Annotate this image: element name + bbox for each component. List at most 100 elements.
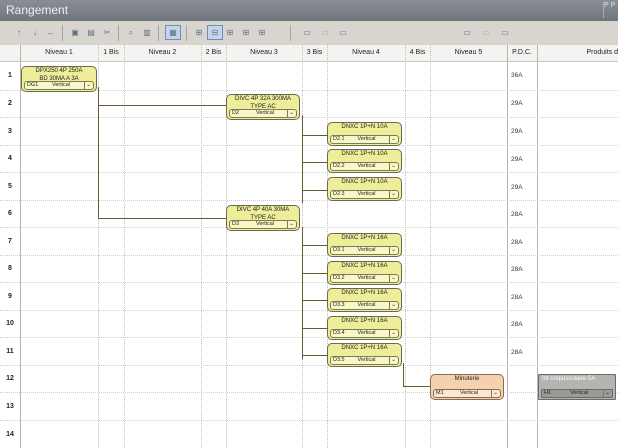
- header-produits[interactable]: Produits d: [537, 45, 618, 62]
- node-mode: Vertical: [357, 136, 376, 142]
- move-left-icon[interactable]: ←: [44, 26, 58, 39]
- node-menu-button[interactable]: ⌄: [389, 191, 397, 198]
- level-2-icon[interactable]: ⊟: [207, 25, 223, 40]
- connection-wire: [302, 135, 327, 136]
- node-footer: D3.5 Vertical ⌄: [330, 356, 399, 365]
- device-node-d3-4[interactable]: DNXC 1P+N 16A D3.4 Vertical ⌄: [327, 316, 402, 340]
- header-niveau-1[interactable]: Niveau 1: [20, 45, 98, 62]
- level-4-icon[interactable]: ⊞: [239, 26, 253, 39]
- page-a-icon[interactable]: ▭: [300, 26, 314, 39]
- arrangement-grid[interactable]: Niveau 1 1 Bis Niveau 2 2 Bis Niveau 3 3…: [0, 45, 618, 448]
- node-code: D3.5: [333, 357, 345, 363]
- device-node-d3[interactable]: DIVC 4P 40A 30MA TYPE AC D3 Vertical ⌄: [226, 205, 300, 231]
- node-menu-button[interactable]: ⌄: [603, 390, 611, 397]
- connection-wire: [302, 162, 327, 163]
- device-node-d3-1[interactable]: DNXC 1P+N 16A D3.1 Vertical ⌄: [327, 233, 402, 257]
- node-menu-button[interactable]: ⌄: [389, 275, 397, 282]
- level-3-icon[interactable]: ⊞: [223, 26, 237, 39]
- node-mode: Vertical: [51, 82, 71, 88]
- column-divider: [20, 45, 21, 448]
- level-5-icon[interactable]: ⊞: [255, 26, 269, 39]
- node-label-line: DPX250 4P 250A: [35, 68, 83, 74]
- row-divider: [0, 117, 618, 118]
- node-menu-button[interactable]: ⌄: [389, 330, 397, 337]
- cut-icon[interactable]: ✂: [100, 26, 114, 39]
- node-code: D3.4: [333, 330, 345, 336]
- toolbar-separator: [186, 25, 187, 41]
- copy-icon[interactable]: ▣: [68, 26, 82, 39]
- row-divider: [0, 172, 618, 173]
- device-node-d2-1[interactable]: DNXC 1P+N 10A D2.1 Vertical ⌄: [327, 122, 402, 146]
- device-node-minuterie[interactable]: Minuterie M1 Vertical ⌄: [430, 374, 504, 400]
- node-menu-button[interactable]: ⌄: [389, 302, 397, 309]
- header-corner: [0, 45, 20, 62]
- header-2-bis[interactable]: 2 Bis: [201, 45, 226, 62]
- move-down-icon[interactable]: ↓: [28, 26, 42, 39]
- row-divider: [0, 310, 618, 311]
- find-icon[interactable]: ⌕: [124, 26, 138, 39]
- row-divider: [0, 420, 618, 421]
- header-3-bis[interactable]: 3 Bis: [302, 45, 327, 62]
- pdc-value: 29A: [511, 156, 523, 163]
- grid-icon[interactable]: ▦: [165, 25, 181, 40]
- header-niveau-2[interactable]: Niveau 2: [124, 45, 201, 62]
- connection-wire: [403, 386, 430, 387]
- page-b-icon[interactable]: ▭: [318, 26, 332, 39]
- header-niveau-5[interactable]: Niveau 5: [430, 45, 507, 62]
- row-number: 2: [8, 100, 12, 107]
- node-code: D2.2: [333, 163, 345, 169]
- node-mode: Vertical: [357, 163, 376, 169]
- connection-wire: [403, 363, 404, 387]
- device-node-d3-3[interactable]: DNXC 1P+N 16A D3.3 Vertical ⌄: [327, 288, 402, 312]
- row-divider: [0, 145, 618, 146]
- connection-wire: [98, 87, 99, 219]
- connection-wire: [302, 227, 303, 359]
- node-menu-button[interactable]: ⌄: [491, 390, 499, 397]
- header-1-bis[interactable]: 1 Bis: [98, 45, 124, 62]
- header-4-bis[interactable]: 4 Bis: [405, 45, 430, 62]
- view-c-icon[interactable]: ▭: [498, 26, 512, 39]
- device-node-d3-2[interactable]: DNXC 1P+N 16A D3.2 Vertical ⌄: [327, 261, 402, 285]
- node-menu-button[interactable]: ⌄: [84, 82, 92, 89]
- row-divider: [0, 365, 618, 366]
- pdc-value: 28A: [511, 321, 523, 328]
- node-code: H1: [544, 390, 552, 396]
- toolbar-separator: [158, 25, 159, 41]
- connection-wire: [302, 300, 327, 301]
- level-1-icon[interactable]: ⊞: [192, 26, 206, 39]
- pdc-value: 28A: [511, 211, 523, 218]
- view-b-icon[interactable]: ▭: [479, 26, 493, 39]
- node-menu-button[interactable]: ⌄: [389, 247, 397, 254]
- node-mode: Vertical: [357, 275, 376, 281]
- header-niveau-4[interactable]: Niveau 4: [327, 45, 405, 62]
- node-menu-button[interactable]: ⌄: [287, 110, 295, 117]
- pdc-value: 28A: [511, 239, 523, 246]
- node-mode: Vertical: [255, 110, 275, 116]
- node-label-line: DNXC 1P+N 16A: [341, 290, 388, 296]
- device-node-d2-3[interactable]: DNXC 1P+N 10A D2.3 Vertical ⌄: [327, 177, 402, 201]
- device-node-d2-2[interactable]: DNXC 1P+N 10A D2.2 Vertical ⌄: [327, 149, 402, 173]
- page-c-icon[interactable]: ▭: [336, 26, 350, 39]
- device-node-dg1[interactable]: DPX250 4P 250A BD 30MA A 3A DG1 Vertical…: [21, 66, 97, 92]
- device-node-d2[interactable]: DIVC 4P 32A 300MA TYPE AC D2 Vertical ⌄: [226, 94, 300, 120]
- connection-wire: [302, 190, 327, 191]
- node-menu-button[interactable]: ⌄: [389, 357, 397, 364]
- node-footer: M1 Vertical ⌄: [433, 389, 501, 398]
- header-niveau-3[interactable]: Niveau 3: [226, 45, 302, 62]
- node-menu-button[interactable]: ⌄: [389, 163, 397, 170]
- paste-icon[interactable]: ▤: [84, 26, 98, 39]
- node-footer: D3.2 Vertical ⌄: [330, 274, 399, 283]
- window-titlebar[interactable]: Rangement P P: [0, 0, 618, 21]
- node-footer: D3 Vertical ⌄: [229, 220, 297, 229]
- connection-wire: [302, 245, 327, 246]
- product-node-h1[interactable]: Int crépusculaire-5A H1 Vertical ⌄: [538, 374, 616, 400]
- node-label-line: DNXC 1P+N 10A: [341, 124, 388, 130]
- delete-icon[interactable]: ▥: [140, 26, 154, 39]
- node-menu-button[interactable]: ⌄: [287, 221, 295, 228]
- row-number: 6: [8, 210, 12, 217]
- node-menu-button[interactable]: ⌄: [389, 136, 397, 143]
- header-pdc[interactable]: P.D.C.: [507, 45, 537, 62]
- move-up-icon[interactable]: ↑: [12, 26, 26, 39]
- view-a-icon[interactable]: ▭: [460, 26, 474, 39]
- device-node-d3-5[interactable]: DNXC 1P+N 16A D3.5 Vertical ⌄: [327, 343, 402, 367]
